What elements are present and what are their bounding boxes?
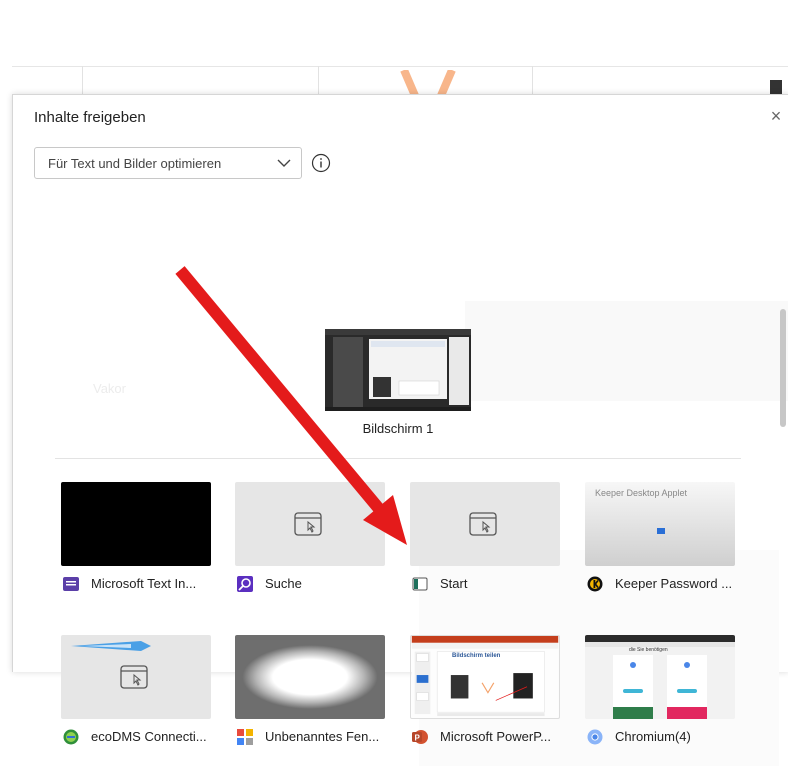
window-placeholder-icon <box>469 512 497 536</box>
optimize-select[interactable]: Für Text und Bilder optimieren <box>34 147 302 179</box>
keeper-thumb-dot <box>657 528 665 534</box>
window-placeholder-icon <box>120 665 148 689</box>
search-app-icon <box>237 576 253 592</box>
scrollbar[interactable] <box>780 309 786 427</box>
window-thumbnail: Keeper Desktop Applet <box>585 482 735 566</box>
chromium-app-icon <box>587 729 603 745</box>
window-label-row: Suche <box>235 575 405 593</box>
window-label-row: P Microsoft PowerP... <box>410 728 580 746</box>
powerpoint-thumb-title: Bildschirm teilen <box>452 653 501 659</box>
background-scroll-edge <box>770 80 782 94</box>
window-thumbnail <box>410 482 560 566</box>
window-thumbnail <box>235 482 385 566</box>
start-app-icon <box>412 577 428 591</box>
window-name: Microsoft PowerP... <box>440 729 552 744</box>
window-label-row: Keeper Password ... <box>585 575 755 593</box>
dialog-title: Inhalte freigeben <box>34 109 146 126</box>
dialog-header: Inhalte freigeben × Für Text und Bilder … <box>13 95 788 195</box>
info-icon[interactable] <box>311 153 331 173</box>
dialog-content: Vakor Bildschirm 1 Microsoft Text In... … <box>13 195 788 766</box>
window-thumbnail <box>410 635 560 719</box>
ecodms-thumb-splash <box>71 641 151 651</box>
svg-text:P: P <box>415 734 421 743</box>
window-name: Chromium(4) <box>615 729 691 744</box>
window-label-row: Unbenanntes Fen... <box>235 728 405 746</box>
ecodms-app-icon <box>63 729 79 745</box>
background-shadow <box>465 301 788 401</box>
window-thumbnail <box>235 635 385 719</box>
screen-label: Bildschirm 1 <box>362 421 434 436</box>
window-label-row: Microsoft Text In... <box>61 575 231 593</box>
window-name: Microsoft Text In... <box>91 576 197 591</box>
share-content-dialog: Inhalte freigeben × Für Text und Bilder … <box>12 94 788 766</box>
section-divider <box>55 458 741 459</box>
screen-thumbnail <box>325 329 471 411</box>
window-placeholder-icon <box>294 512 322 536</box>
window-name: Suche <box>265 576 302 591</box>
keeper-thumb-text: Keeper Desktop Applet <box>595 488 688 498</box>
window-label-row: Chromium(4) <box>585 728 755 746</box>
window-name: Start <box>440 576 468 591</box>
background-divider <box>318 66 319 94</box>
chevron-down-icon <box>277 159 291 167</box>
generic-window-app-icon <box>237 729 253 745</box>
window-name: Keeper Password ... <box>615 576 733 591</box>
window-name: ecoDMS Connecti... <box>91 729 207 744</box>
window-thumbnail <box>61 635 211 719</box>
window-thumbnail <box>61 482 211 566</box>
background-ghost-text: Vakor <box>93 381 126 396</box>
powerpoint-app-icon: P <box>412 730 428 744</box>
text-input-app-icon <box>63 577 79 591</box>
keeper-app-icon <box>587 576 603 592</box>
chromium-thumb-text: die Sie benötigen <box>629 647 668 653</box>
background-divider <box>82 66 83 94</box>
window-name: Unbenanntes Fen... <box>265 729 380 744</box>
background-divider <box>532 66 533 94</box>
window-label-row: ecoDMS Connecti... <box>61 728 231 746</box>
close-icon[interactable]: × <box>767 107 785 125</box>
window-label-row: Start <box>410 575 580 593</box>
optimize-select-value: Für Text und Bilder optimieren <box>48 156 222 171</box>
